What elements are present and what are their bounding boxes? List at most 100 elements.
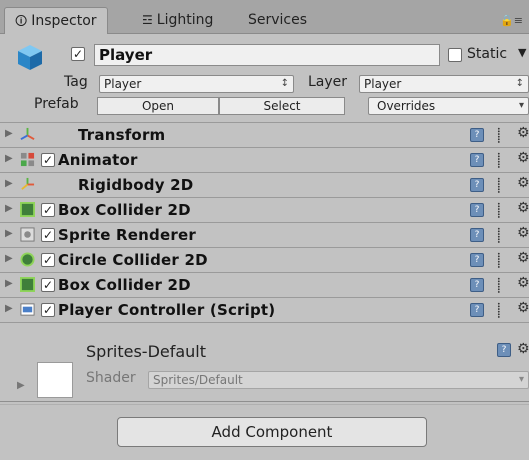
sprite-renderer-icon	[20, 227, 35, 242]
gear-icon[interactable]: ⚙	[517, 150, 529, 166]
component-name: Sprite Renderer	[58, 226, 196, 244]
fold-arrow-icon[interactable]: ▶	[17, 380, 25, 391]
prefab-select-button[interactable]: Select	[219, 97, 345, 115]
component-name: Transform	[78, 126, 166, 144]
transform-icon	[20, 127, 35, 141]
component-enabled-checkbox[interactable]: ✓	[41, 203, 55, 217]
static-dropdown-icon[interactable]: ▼	[518, 46, 526, 59]
fold-arrow-icon[interactable]: ▶	[5, 203, 13, 214]
chevron-updown-icon: ↕	[515, 78, 524, 89]
prefab-open-button[interactable]: Open	[97, 97, 219, 115]
overrides-label: Overrides	[377, 99, 436, 113]
prefab-label: Prefab	[34, 96, 79, 112]
circle-collider-icon	[20, 252, 35, 267]
gear-icon[interactable]: ⚙	[517, 200, 529, 216]
component-circle-collider-2d[interactable]: ▶ ✓ Circle Collider 2D ? ⸽ ⚙	[0, 247, 529, 272]
gear-icon[interactable]: ⚙	[517, 225, 529, 241]
component-player-controller[interactable]: ▶ ✓ Player Controller (Script) ? ⸽ ⚙	[0, 297, 529, 323]
gameobject-cube-icon	[18, 45, 42, 70]
tab-inspector-label: Inspector	[31, 13, 97, 29]
gear-icon[interactable]: ⚙	[517, 175, 529, 191]
component-name: Box Collider 2D	[58, 201, 191, 219]
component-sprite-renderer[interactable]: ▶ ✓ Sprite Renderer ? ⸽ ⚙	[0, 222, 529, 247]
box-collider-icon	[20, 277, 35, 292]
static-checkbox[interactable]	[448, 48, 462, 62]
animator-icon	[20, 152, 35, 167]
static-label: Static	[467, 46, 508, 62]
component-name: Animator	[58, 151, 138, 169]
component-name: Box Collider 2D	[58, 276, 191, 294]
layer-value: Player	[364, 77, 402, 91]
preset-icon[interactable]: ⸽	[497, 176, 501, 195]
help-icon[interactable]: ?	[470, 128, 484, 142]
gear-icon[interactable]: ⚙	[517, 125, 529, 141]
fold-arrow-icon[interactable]: ▶	[5, 253, 13, 264]
chevron-down-icon: ▾	[518, 374, 524, 385]
component-enabled-checkbox[interactable]: ✓	[41, 228, 55, 242]
shader-dropdown[interactable]: Sprites/Default ▾	[148, 371, 529, 389]
help-icon[interactable]: ?	[470, 203, 484, 217]
prefab-overrides-dropdown[interactable]: Overrides ▾	[368, 97, 529, 115]
active-checkbox[interactable]: ✓	[71, 47, 85, 61]
component-name: Circle Collider 2D	[58, 251, 208, 269]
tag-label: Tag	[64, 74, 88, 90]
fold-arrow-icon[interactable]: ▶	[5, 153, 13, 164]
help-icon[interactable]: ?	[497, 343, 511, 357]
gear-icon[interactable]: ⚙	[517, 341, 529, 357]
help-icon[interactable]: ?	[470, 278, 484, 292]
shader-value: Sprites/Default	[153, 373, 243, 387]
component-animator[interactable]: ▶ ✓ Animator ? ⸽ ⚙	[0, 147, 529, 172]
help-icon[interactable]: ?	[470, 153, 484, 167]
chevron-down-icon: ▾	[518, 100, 524, 111]
component-enabled-checkbox[interactable]: ✓	[41, 303, 55, 317]
help-icon[interactable]: ?	[470, 178, 484, 192]
preset-icon[interactable]: ⸽	[497, 276, 501, 295]
help-icon[interactable]: ?	[470, 228, 484, 242]
tab-inspector[interactable]: 🛈 Inspector	[4, 7, 108, 34]
component-enabled-checkbox[interactable]: ✓	[41, 153, 55, 167]
box-collider-icon	[20, 202, 35, 217]
preset-icon[interactable]: ⸽	[497, 201, 501, 220]
shader-label: Shader	[86, 370, 136, 386]
tab-lighting[interactable]: ☲ Lighting	[132, 7, 223, 33]
add-component-button[interactable]: Add Component	[117, 417, 427, 447]
tag-dropdown[interactable]: Player ↕	[99, 75, 294, 93]
component-rigidbody2d[interactable]: ▶ Rigidbody 2D ? ⸽ ⚙	[0, 172, 529, 197]
gameobject-name-field[interactable]: Player	[94, 44, 440, 66]
layer-dropdown[interactable]: Player ↕	[359, 75, 529, 93]
divider	[0, 404, 529, 405]
tab-services[interactable]: Services	[238, 7, 317, 33]
component-box-collider-2d[interactable]: ▶ ✓ Box Collider 2D ? ⸽ ⚙	[0, 197, 529, 222]
gear-icon[interactable]: ⚙	[517, 275, 529, 291]
component-box-collider-2d-second[interactable]: ▶ ✓ Box Collider 2D ? ⸽ ⚙	[0, 272, 529, 297]
fold-arrow-icon[interactable]: ▶	[5, 303, 13, 314]
preset-icon[interactable]: ⸽	[497, 126, 501, 145]
material-preview[interactable]	[37, 362, 73, 398]
fold-arrow-icon[interactable]: ▶	[5, 228, 13, 239]
tab-bar: 🛈 Inspector ☲ Lighting Services 🔒≡	[0, 0, 529, 34]
material-name: Sprites-Default	[86, 342, 207, 361]
fold-arrow-icon[interactable]: ▶	[5, 278, 13, 289]
gear-icon[interactable]: ⚙	[517, 250, 529, 266]
fold-arrow-icon[interactable]: ▶	[5, 128, 13, 139]
component-enabled-checkbox[interactable]: ✓	[41, 253, 55, 267]
component-name: Rigidbody 2D	[78, 176, 194, 194]
tag-value: Player	[104, 77, 142, 91]
fold-arrow-icon[interactable]: ▶	[5, 178, 13, 189]
lighting-icon: ☲	[142, 13, 153, 27]
preset-icon[interactable]: ⸽	[497, 301, 501, 320]
tab-services-label: Services	[248, 12, 308, 28]
component-transform[interactable]: ▶ Transform ? ⸽ ⚙	[0, 122, 529, 147]
component-enabled-checkbox[interactable]: ✓	[41, 278, 55, 292]
rigidbody-icon	[21, 177, 35, 190]
layer-label: Layer	[308, 74, 348, 90]
help-icon[interactable]: ?	[470, 253, 484, 267]
preset-icon[interactable]: ⸽	[497, 151, 501, 170]
help-icon[interactable]: ?	[470, 303, 484, 317]
preset-icon[interactable]: ⸽	[497, 251, 501, 270]
gear-icon[interactable]: ⚙	[517, 300, 529, 316]
preset-icon[interactable]: ⸽	[497, 226, 501, 245]
tab-lighting-label: Lighting	[156, 12, 214, 28]
lock-menu-icon[interactable]: 🔒≡	[500, 14, 523, 27]
divider	[0, 401, 529, 402]
